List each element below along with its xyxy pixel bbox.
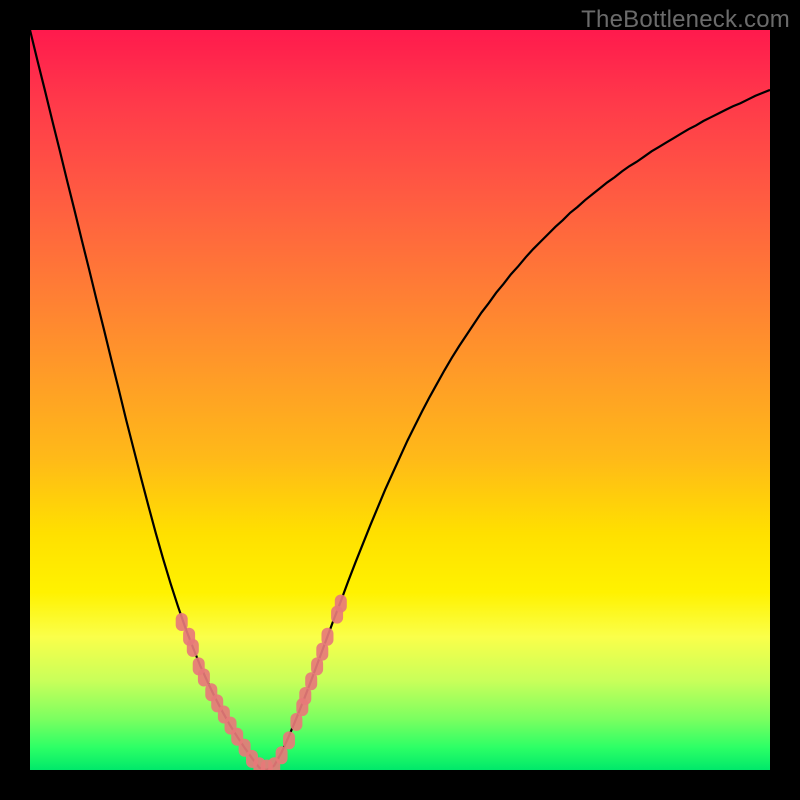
data-marker — [187, 639, 199, 657]
data-marker — [283, 731, 295, 749]
data-marker — [321, 628, 333, 646]
curve-right-arm — [267, 90, 770, 770]
plot-area — [30, 30, 770, 770]
marker-group — [176, 595, 347, 771]
data-marker — [276, 746, 288, 764]
data-marker — [335, 595, 347, 613]
data-marker — [176, 613, 188, 631]
data-marker — [198, 669, 210, 687]
curve-left-arm — [30, 30, 267, 770]
chart-frame: TheBottleneck.com — [0, 0, 800, 800]
curve-layer — [30, 30, 770, 770]
